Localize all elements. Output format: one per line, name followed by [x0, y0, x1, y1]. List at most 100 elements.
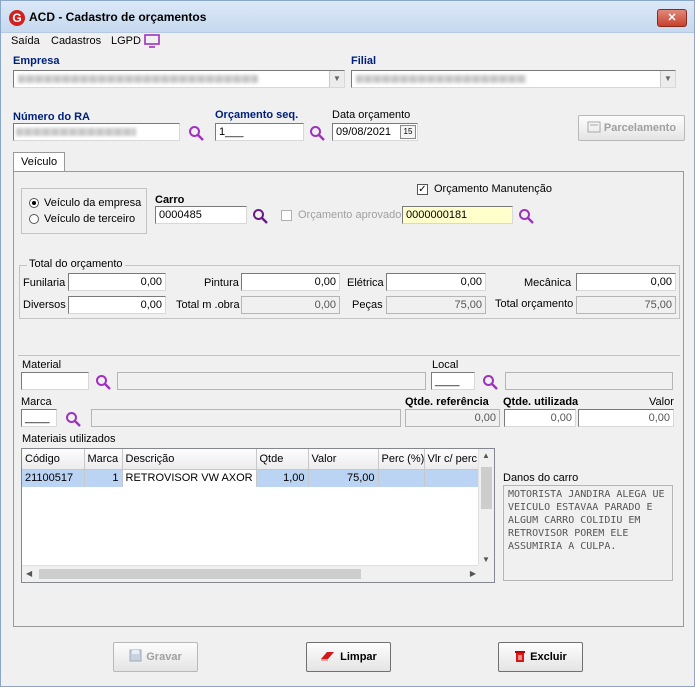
marca-input[interactable]: ____ [21, 409, 57, 427]
limpar-button[interactable]: Limpar [306, 642, 391, 672]
marca-label: Marca [21, 396, 52, 408]
calculator-icon [587, 121, 601, 133]
filial-label: Filial [351, 55, 377, 67]
column-header[interactable]: Valor [308, 449, 379, 470]
cell-descricao[interactable]: RETROVISOR VW AXOR [122, 469, 257, 487]
tab-veiculo[interactable]: Veículo [13, 152, 66, 172]
scroll-corner [478, 565, 494, 582]
empresa-combo[interactable]: ▼ [13, 70, 345, 88]
numero-ra-label: Número do RA [13, 111, 90, 123]
search-icon[interactable] [309, 125, 325, 141]
search-icon[interactable] [65, 411, 81, 427]
pintura-label: Pintura [204, 277, 239, 289]
mecanica-input[interactable]: 0,00 [576, 273, 676, 291]
search-icon[interactable] [188, 125, 204, 141]
main-window: G ACD - Cadastro de orçamentos ✕ Saída C… [0, 0, 695, 687]
carro-input[interactable]: 0000485 [155, 206, 247, 224]
horizontal-scrollbar[interactable]: ◀ ▶ [22, 565, 480, 582]
local-label: Local [432, 359, 459, 371]
vertical-scrollbar[interactable]: ▲ ▼ [478, 449, 494, 566]
scroll-left-icon[interactable]: ◀ [26, 569, 32, 578]
materiais-grid[interactable]: Código Marca Descrição Qtde Valor Perc (… [21, 448, 495, 583]
menu-bar: Saída Cadastros LGPD [1, 33, 694, 51]
title-bar: G ACD - Cadastro de orçamentos ✕ [1, 1, 694, 33]
qtde-utilizada-input[interactable]: 0,00 [504, 409, 576, 427]
material-label: Material [22, 359, 62, 371]
numero-ra-input[interactable] [13, 123, 180, 141]
close-button[interactable]: ✕ [657, 9, 687, 27]
search-icon[interactable] [252, 208, 268, 224]
column-header[interactable]: Marca [84, 449, 123, 470]
gravar-button[interactable]: Gravar [113, 642, 198, 672]
search-icon[interactable] [482, 374, 498, 390]
excluir-button[interactable]: Excluir [498, 642, 583, 672]
local-input[interactable]: ____ [431, 372, 475, 390]
limpar-label: Limpar [340, 651, 377, 663]
radio-veiculo-empresa-label[interactable]: Veículo da empresa [44, 197, 141, 209]
marca-description-input [91, 409, 401, 427]
trash-icon [515, 651, 526, 662]
orcamento-manutencao-checkbox[interactable]: ✓ [417, 184, 428, 195]
total-orcamento-input: 75,00 [576, 296, 676, 314]
column-header[interactable]: Vlr c/ perc [424, 449, 481, 470]
diversos-label: Diversos [23, 299, 66, 311]
redacted-text [356, 75, 526, 83]
cell-perc [378, 469, 425, 487]
scroll-down-icon[interactable]: ▼ [482, 555, 490, 564]
monitor-icon[interactable] [144, 34, 160, 48]
menu-saida[interactable]: Saída [11, 35, 40, 47]
materiais-label: Materiais utilizados [22, 433, 116, 445]
window-title: ACD - Cadastro de orçamentos [29, 10, 207, 24]
orcamento-aprovado-label: Orçamento aprovado [298, 209, 402, 221]
scroll-up-icon[interactable]: ▲ [482, 451, 490, 460]
chevron-down-icon[interactable]: ▼ [329, 71, 344, 87]
scroll-right-icon[interactable]: ▶ [470, 569, 476, 578]
cell-marca: 1 [84, 469, 123, 487]
qtde-referencia-input: 0,00 [405, 409, 500, 427]
grid-header-row: Código Marca Descrição Qtde Valor Perc (… [22, 449, 481, 470]
column-header[interactable]: Descrição [122, 449, 257, 470]
column-header[interactable]: Perc (%) [378, 449, 425, 470]
search-icon[interactable] [95, 374, 111, 390]
danos-textarea[interactable]: MOTORISTA JANDIRA ALEGA UE VEICULO ESTAV… [503, 485, 673, 581]
cell-valor: 75,00 [308, 469, 379, 487]
eletrica-input[interactable]: 0,00 [386, 273, 486, 291]
material-code-input[interactable] [21, 372, 89, 390]
orcamento-manutencao-label: Orçamento Manutenção [434, 183, 553, 195]
parcelamento-label: Parcelamento [603, 122, 677, 134]
funilaria-input[interactable]: 0,00 [68, 273, 166, 291]
radio-veiculo-empresa[interactable] [29, 198, 39, 208]
menu-cadastros[interactable]: Cadastros [51, 35, 101, 47]
filial-combo[interactable]: ▼ [351, 70, 676, 88]
orcamento-aprovado-input[interactable]: 0000000181 [402, 206, 513, 224]
orcamento-aprovado-checkbox[interactable] [281, 210, 292, 221]
radio-veiculo-terceiro[interactable] [29, 214, 39, 224]
column-header[interactable]: Código [22, 449, 85, 470]
cell-codigo: 21100517 [22, 469, 85, 487]
data-orcamento-input[interactable]: 09/08/2021 15 [332, 123, 418, 141]
scrollbar-thumb[interactable] [481, 467, 492, 509]
orcamento-seq-input[interactable]: 1___ [215, 123, 304, 141]
diversos-input[interactable]: 0,00 [68, 296, 166, 314]
parcelamento-button[interactable]: Parcelamento [578, 115, 685, 141]
valor-input[interactable]: 0,00 [578, 409, 674, 427]
calendar-icon[interactable]: 15 [400, 125, 416, 139]
h-scrollbar-thumb[interactable] [39, 569, 361, 579]
radio-veiculo-terceiro-label[interactable]: Veículo de terceiro [44, 213, 135, 225]
valor-label: Valor [649, 396, 674, 408]
app-logo-icon: G [9, 10, 25, 26]
material-description-input [117, 372, 426, 390]
eraser-icon [321, 652, 335, 661]
redacted-text [18, 75, 258, 83]
menu-lgpd[interactable]: LGPD [111, 35, 141, 47]
data-orcamento-label: Data orçamento [332, 109, 411, 121]
table-row[interactable]: 21100517 1 RETROVISOR VW AXOR 1,00 75,00 [22, 469, 481, 487]
column-header[interactable]: Qtde [256, 449, 309, 470]
vehicle-type-group [21, 188, 147, 234]
search-icon[interactable] [518, 208, 534, 224]
gravar-label: Gravar [146, 651, 182, 663]
pintura-input[interactable]: 0,00 [241, 273, 340, 291]
redacted-text [16, 128, 136, 136]
chevron-down-icon[interactable]: ▼ [660, 71, 675, 87]
total-mobra-input: 0,00 [241, 296, 340, 314]
